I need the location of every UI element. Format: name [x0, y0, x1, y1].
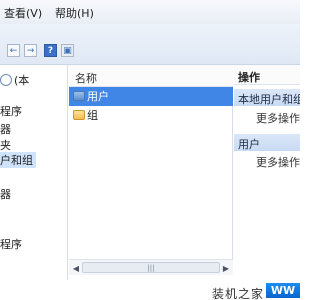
- tree-item-folder[interactable]: 夹: [0, 137, 11, 153]
- more-actions-link[interactable]: 更多操作: [256, 110, 300, 126]
- tree-item-manager[interactable]: 器: [0, 186, 11, 202]
- back-button[interactable]: ←: [7, 44, 20, 57]
- tree-item-device[interactable]: 器: [0, 121, 11, 137]
- navigation-tree: (本 程序 器 夹 户和组 器 程序: [0, 65, 68, 280]
- more-actions-link[interactable]: 更多操作: [256, 154, 300, 170]
- actions-pane: 操作 本地用户和组 更多操作 用户 更多操作: [234, 65, 300, 280]
- horizontal-scrollbar[interactable]: ◀ ||| ▶: [69, 259, 233, 275]
- content-list: 名称 用户 组: [69, 65, 233, 275]
- list-item-groups[interactable]: 组: [69, 106, 233, 125]
- tree-item-app[interactable]: 程序: [0, 236, 22, 252]
- actions-title: 操作: [234, 65, 300, 85]
- watermark-badge: WW: [266, 283, 300, 298]
- forward-button[interactable]: →: [24, 44, 37, 57]
- scroll-right-icon[interactable]: ▶: [220, 262, 232, 274]
- bottom-strip: 装机之家 WW: [0, 280, 300, 300]
- folder-icon: [73, 91, 85, 101]
- menu-help[interactable]: 帮助(H): [55, 5, 94, 21]
- show-pane-button[interactable]: ▣: [61, 44, 74, 57]
- scroll-left-icon[interactable]: ◀: [70, 262, 82, 274]
- watermark-text: 装机之家: [212, 287, 265, 300]
- column-header-name[interactable]: 名称: [69, 65, 233, 87]
- actions-section-users[interactable]: 用户: [234, 134, 300, 151]
- toolbar: ← → ? ▣: [0, 24, 300, 65]
- actions-section-local-users-groups[interactable]: 本地用户和组: [234, 89, 300, 106]
- menu-view[interactable]: 查看(V): [4, 5, 42, 21]
- help-button[interactable]: ?: [44, 44, 57, 57]
- scrollbar-thumb[interactable]: |||: [82, 262, 220, 273]
- menu-bar: 查看(V) 帮助(H): [0, 0, 300, 24]
- folder-icon: [73, 110, 85, 120]
- tree-item-root[interactable]: (本: [0, 72, 29, 88]
- tree-item-users-groups[interactable]: 户和组: [0, 152, 36, 168]
- tree-item-program[interactable]: 程序: [0, 103, 22, 119]
- list-item-users[interactable]: 用户: [69, 87, 233, 106]
- computer-management-icon: [0, 74, 12, 86]
